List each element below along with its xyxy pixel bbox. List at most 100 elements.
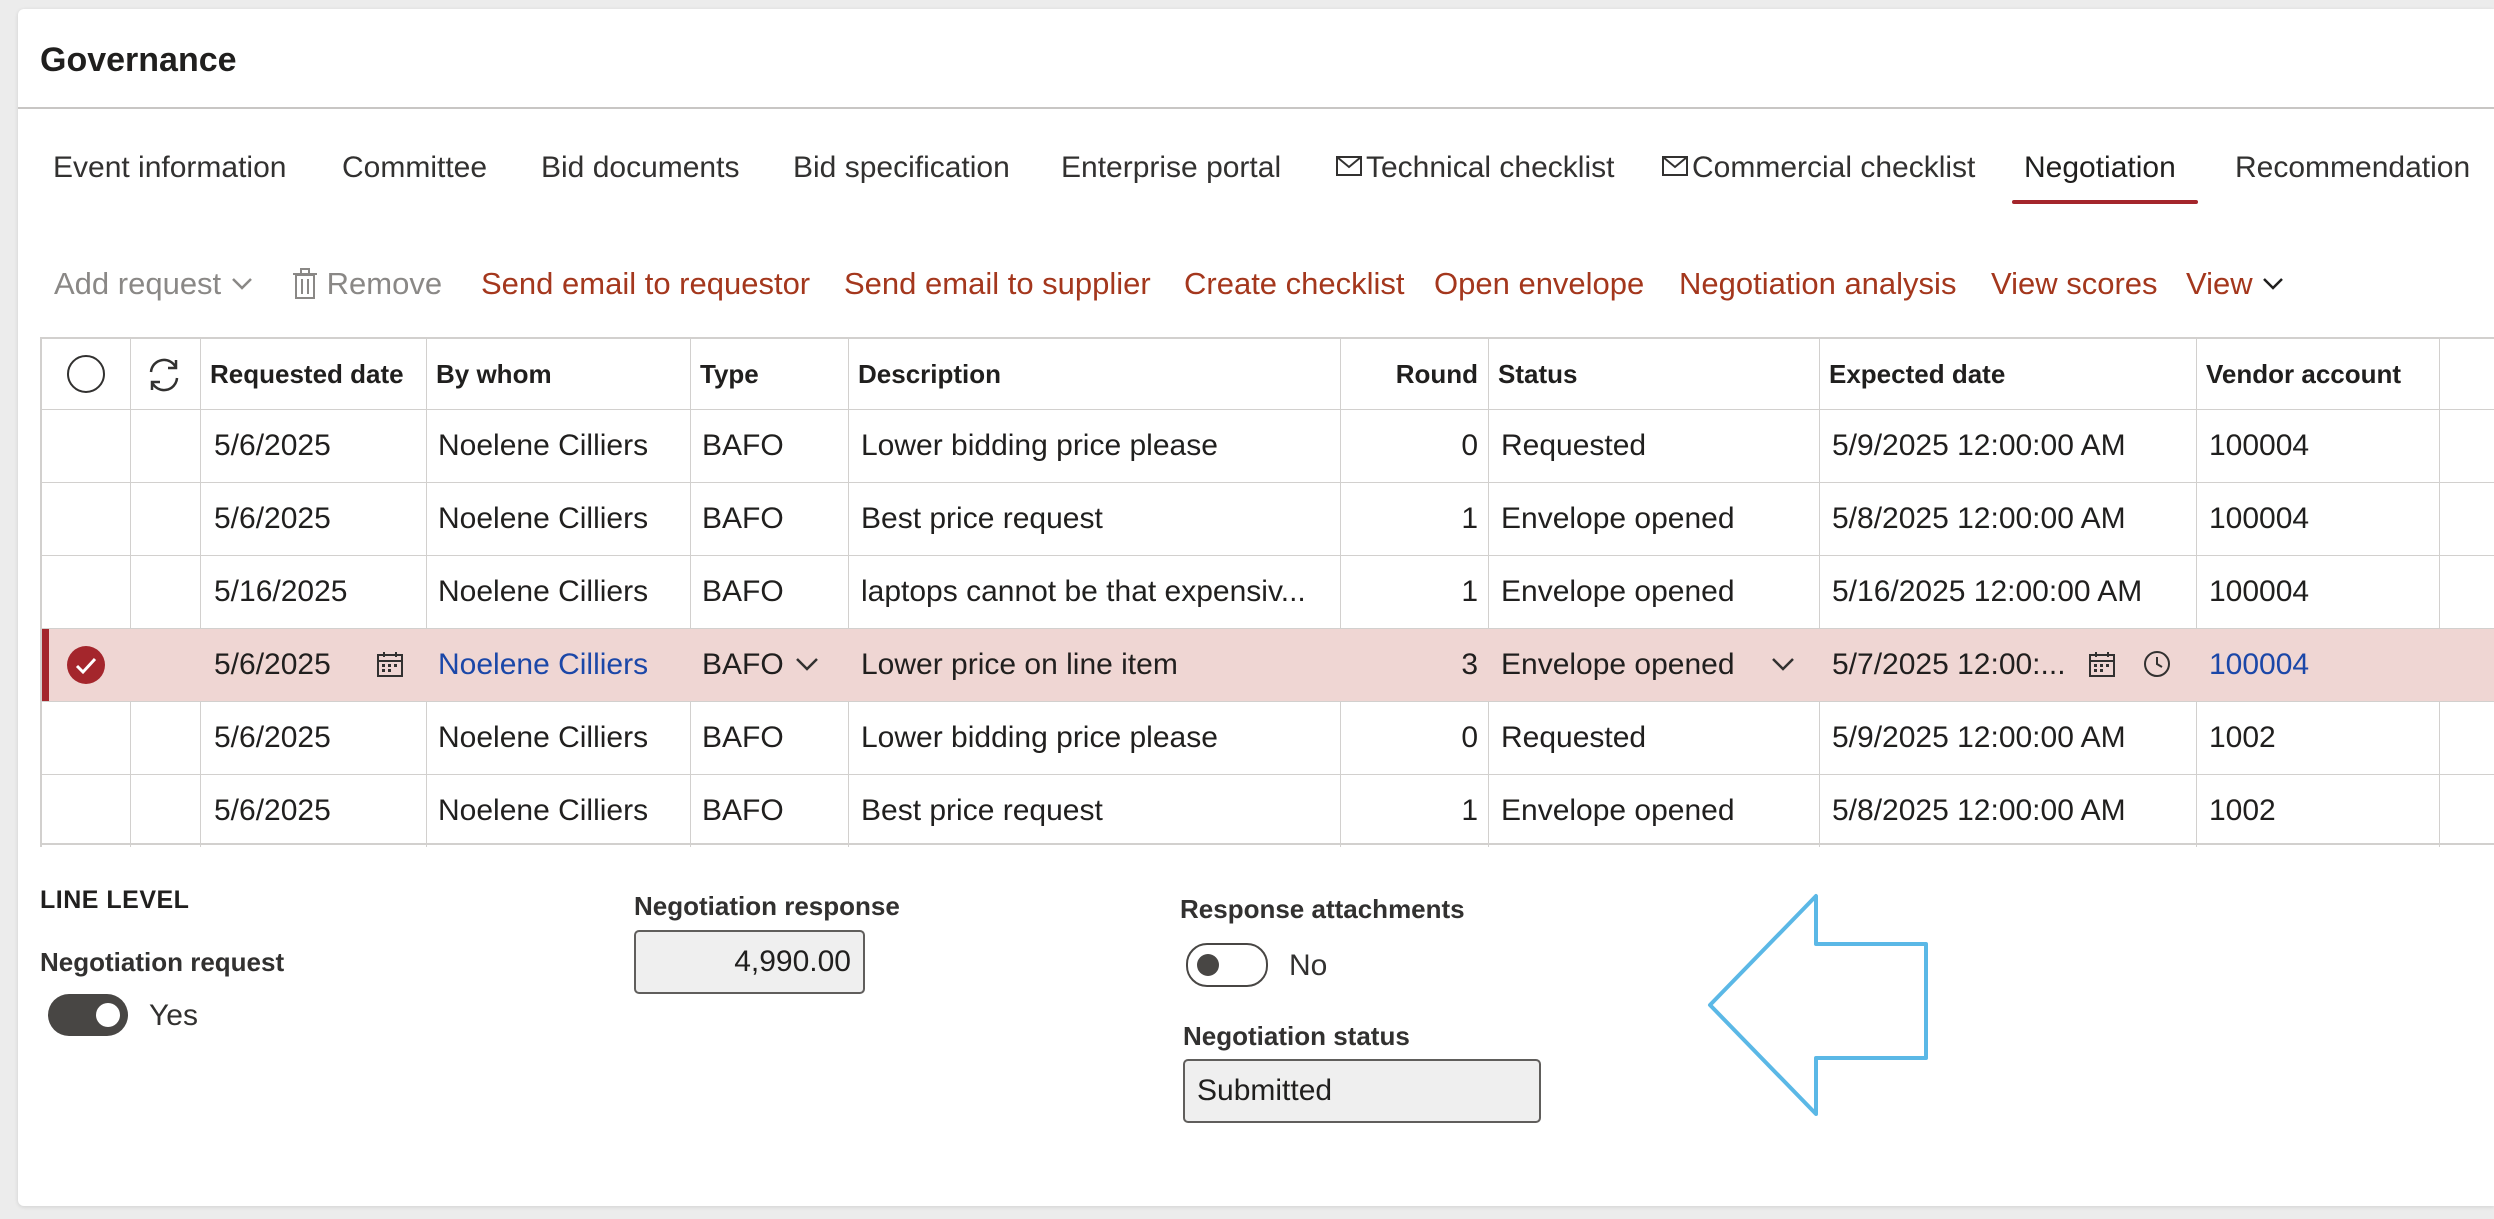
vendor-account-link[interactable]: 100004 (2209, 629, 2309, 701)
expected-date-cell: 5/8/2025 12:00:00 AM (1832, 502, 2126, 535)
expected-date-cell: 5/8/2025 12:00:00 AM (1832, 794, 2126, 827)
negotiation-request-toggle[interactable] (48, 994, 128, 1036)
trash-icon (293, 267, 317, 299)
requested-date-cell: 5/6/2025 (214, 429, 331, 462)
table-row[interactable]: 5/16/2025 Noelene Cilliers BAFO laptops … (42, 556, 2494, 628)
col-by-whom[interactable]: By whom (436, 339, 552, 409)
status-cell: Requested (1501, 429, 1647, 462)
view-scores-button[interactable]: View scores (1991, 258, 2158, 310)
table-row[interactable]: 5/6/2025 Noelene Cilliers BAFO Lower bid… (42, 410, 2494, 482)
page-title: Governance (40, 41, 237, 79)
type-cell[interactable]: BAFO (702, 629, 784, 701)
send-email-supplier-button[interactable]: Send email to supplier (844, 258, 1151, 310)
negotiation-analysis-button[interactable]: Negotiation analysis (1679, 258, 1956, 310)
vendor-account-cell: 1002 (2209, 721, 2276, 754)
negotiation-status-field[interactable]: Submitted (1183, 1059, 1541, 1123)
tab-technical-checklist-label: Technical checklist (1366, 151, 1615, 184)
expected-date-cell: 5/9/2025 12:00:00 AM (1832, 721, 2126, 754)
toggle-knob (1197, 954, 1219, 976)
calendar-icon[interactable] (2088, 629, 2124, 701)
description-cell: laptops cannot be that expensiv... (861, 575, 1306, 608)
mail-icon (1662, 156, 1688, 177)
col-expected-date[interactable]: Expected date (1829, 339, 2005, 409)
select-all-checkbox[interactable] (66, 354, 106, 394)
active-tab-indicator (2012, 200, 2198, 204)
status-cell: Envelope opened (1501, 502, 1735, 535)
status-cell: Requested (1501, 721, 1647, 754)
type-cell: BAFO (702, 575, 784, 608)
vendor-account-cell: 100004 (2209, 575, 2310, 608)
remove-label: Remove (326, 266, 443, 301)
col-round[interactable]: Round (1350, 339, 1478, 409)
create-checklist-button[interactable]: Create checklist (1184, 258, 1405, 310)
view-label: View (2186, 266, 2253, 301)
negotiation-status-label: Negotiation status (1183, 1021, 1410, 1051)
tab-commercial-checklist-label: Commercial checklist (1692, 151, 1976, 184)
refresh-icon[interactable] (143, 354, 185, 396)
requested-date-cell: 5/6/2025 (214, 721, 331, 754)
tab-bid-documents[interactable]: Bid documents (541, 140, 739, 196)
requested-date-cell: 5/6/2025 (214, 502, 331, 535)
tab-enterprise-portal[interactable]: Enterprise portal (1061, 140, 1281, 196)
grid-bottom-border (40, 843, 2494, 845)
round-cell[interactable]: 3 (1342, 629, 1478, 701)
table-row[interactable]: 5/6/2025 Noelene Cilliers BAFO Lower bid… (42, 702, 2494, 774)
remove-button[interactable]: Remove (292, 258, 442, 310)
col-requested-date[interactable]: Requested date (210, 339, 404, 409)
negotiation-response-field[interactable]: 4,990.00 (634, 930, 865, 994)
row-checkbox-checked[interactable] (66, 645, 106, 685)
vendor-account-cell: 100004 (2209, 502, 2310, 535)
table-row-selected[interactable]: 5/6/2025 Noelene Cilliers BAFO Lower pri… (42, 629, 2494, 701)
description-cell: Lower bidding price please (861, 429, 1218, 462)
tab-negotiation[interactable]: Negotiation (2024, 140, 2176, 196)
annotation-arrow-icon (1708, 894, 1928, 1116)
status-cell: Envelope opened (1501, 794, 1735, 827)
tab-technical-checklist[interactable]: Technical checklist (1336, 140, 1614, 196)
type-cell: BAFO (702, 429, 784, 462)
tab-recommendation[interactable]: Recommendation (2235, 140, 2470, 196)
selection-indicator (42, 629, 49, 701)
view-menu-button[interactable]: View (2186, 258, 2285, 310)
requested-date-cell[interactable]: 5/6/2025 (214, 629, 331, 701)
checkmark-icon (67, 646, 105, 684)
open-envelope-button[interactable]: Open envelope (1434, 258, 1644, 310)
col-status[interactable]: Status (1498, 339, 1577, 409)
round-cell: 0 (1461, 429, 1478, 462)
clock-icon[interactable] (2142, 629, 2178, 701)
line-level-heading: LINE LEVEL (40, 886, 190, 914)
status-cell[interactable]: Envelope opened (1501, 629, 1735, 701)
chevron-down-icon (2263, 277, 2284, 290)
tab-event-information[interactable]: Event information (53, 140, 286, 196)
type-cell: BAFO (702, 794, 784, 827)
tab-commercial-checklist[interactable]: Commercial checklist (1662, 140, 1975, 196)
by-whom-cell: Noelene Cilliers (438, 721, 649, 754)
by-whom-link[interactable]: Noelene Cilliers (438, 629, 648, 701)
col-description[interactable]: Description (858, 339, 1001, 409)
description-cell: Lower bidding price please (861, 721, 1218, 754)
col-vendor-account[interactable]: Vendor account (2206, 339, 2401, 409)
col-type[interactable]: Type (700, 339, 759, 409)
negotiation-request-value: Yes (149, 999, 198, 1032)
vendor-account-cell: 100004 (2209, 429, 2310, 462)
send-email-requestor-button[interactable]: Send email to requestor (481, 258, 810, 310)
vendor-account-cell: 1002 (2209, 794, 2276, 827)
expected-date-cell: 5/16/2025 12:00:00 AM (1832, 575, 2143, 608)
type-cell: BAFO (702, 502, 784, 535)
tab-bid-specification[interactable]: Bid specification (793, 140, 1010, 196)
tab-committee[interactable]: Committee (342, 140, 487, 196)
round-cell: 0 (1461, 721, 1478, 754)
expected-date-cell[interactable]: 5/7/2025 12:00:... (1832, 629, 2122, 701)
round-cell: 1 (1461, 575, 1478, 608)
table-row[interactable]: 5/6/2025 Noelene Cilliers BAFO Best pric… (42, 775, 2494, 847)
calendar-icon[interactable] (376, 629, 416, 701)
toggle-knob (96, 1003, 120, 1027)
chevron-down-icon[interactable] (1770, 629, 1800, 701)
table-row[interactable]: 5/6/2025 Noelene Cilliers BAFO Best pric… (42, 483, 2494, 555)
chevron-down-icon[interactable] (794, 629, 824, 701)
add-request-button[interactable]: Add request (54, 258, 254, 310)
negotiation-request-label: Negotiation request (40, 947, 285, 977)
description-cell[interactable]: Lower price on line item (861, 629, 1331, 701)
by-whom-cell: Noelene Cilliers (438, 575, 649, 608)
response-attachments-toggle[interactable] (1186, 943, 1268, 987)
add-request-label: Add request (54, 266, 222, 301)
